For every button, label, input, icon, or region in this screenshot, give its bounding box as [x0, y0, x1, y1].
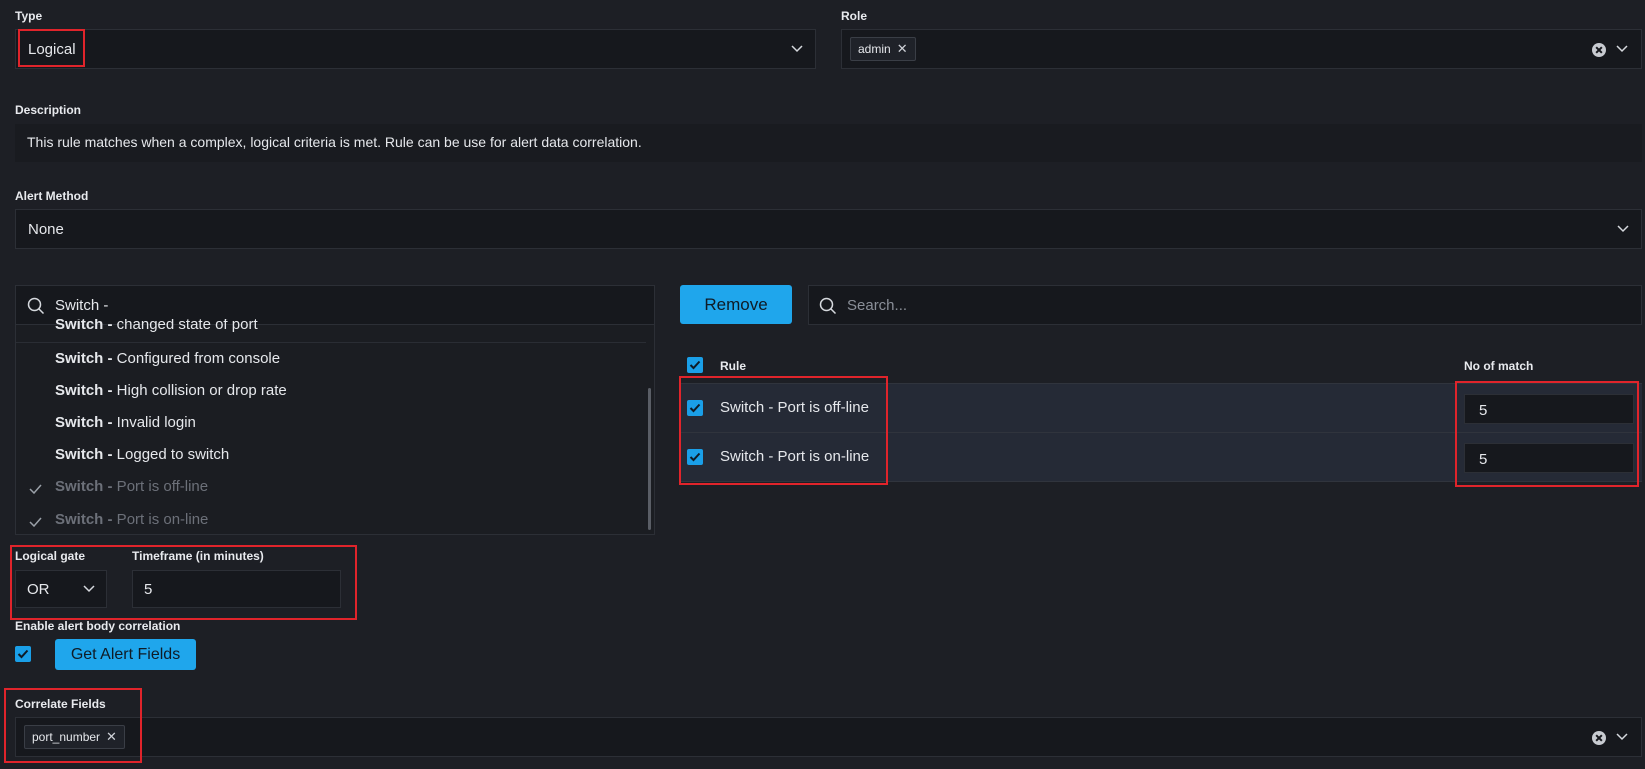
check-icon — [29, 514, 42, 531]
list-item-text: changed state of port — [112, 319, 258, 333]
logical-gate-label: Logical gate — [15, 549, 86, 563]
list-item-prefix: Switch - — [55, 478, 113, 495]
list-item-text: High collision or drop rate — [112, 382, 287, 399]
list-item-text: Port is on-line — [112, 511, 209, 528]
table-search-input[interactable]: Search... — [808, 285, 1642, 325]
scrollbar[interactable] — [648, 388, 651, 530]
role-label: Role — [841, 9, 868, 23]
list-item-prefix: Switch - — [55, 350, 113, 367]
match-count-input[interactable]: 5 — [1464, 443, 1634, 473]
enable-correlation-checkbox[interactable] — [15, 646, 31, 662]
correlate-field-chip[interactable]: port_number ✕ — [24, 725, 125, 749]
row-rule-name: Switch - Port is off-line — [720, 399, 869, 416]
row-checkbox[interactable] — [687, 449, 703, 465]
rule-search-value: Switch - — [55, 297, 109, 314]
chevron-down-icon[interactable] — [1616, 731, 1628, 743]
match-count-input[interactable]: 5 — [1464, 394, 1634, 424]
alert-method-select[interactable]: None — [15, 209, 1642, 249]
timeframe-value: 5 — [144, 581, 153, 598]
list-item-text: Configured from console — [112, 350, 281, 367]
check-icon — [29, 481, 42, 498]
row-rule-name: Switch - Port is on-line — [720, 448, 870, 465]
match-count-value: 5 — [1479, 451, 1488, 468]
role-chip-label: admin — [858, 42, 891, 56]
clear-icon[interactable] — [1592, 731, 1606, 745]
col-header-match: No of match — [1464, 359, 1534, 373]
match-count-value: 5 — [1479, 402, 1488, 419]
description-label: Description — [15, 103, 82, 117]
chevron-down-icon — [791, 43, 803, 55]
timeframe-label: Timeframe (in minutes) — [132, 549, 264, 563]
description-box: This rule matches when a complex, logica… — [15, 124, 1642, 162]
chevron-down-icon — [1617, 223, 1629, 235]
close-icon[interactable]: ✕ — [897, 41, 908, 57]
role-chip[interactable]: admin ✕ — [850, 37, 916, 61]
chevron-down-icon[interactable] — [1616, 43, 1628, 55]
remove-button[interactable]: Remove — [680, 285, 792, 324]
list-item[interactable]: Switch - High collision or drop rate — [55, 382, 287, 399]
get-alert-fields-button[interactable]: Get Alert Fields — [55, 639, 196, 670]
clear-icon[interactable] — [1592, 43, 1606, 57]
role-select[interactable]: admin ✕ — [841, 29, 1642, 69]
correlate-fields-select[interactable]: port_number ✕ — [15, 717, 1642, 757]
list-item-text: Port is off-line — [112, 478, 209, 495]
logical-gate-value: OR — [27, 581, 50, 598]
list-item[interactable]: Switch - Logged to switch — [55, 446, 229, 463]
list-item[interactable]: Switch - Port is off-line — [55, 478, 208, 495]
close-icon[interactable]: ✕ — [106, 729, 117, 745]
list-item[interactable]: Switch - Port is on-line — [55, 511, 208, 528]
list-item-text: Logged to switch — [112, 446, 230, 463]
select-all-checkbox[interactable] — [687, 357, 703, 373]
list-item-prefix: Switch - — [55, 319, 113, 333]
timeframe-input[interactable]: 5 — [132, 570, 341, 608]
col-header-rule: Rule — [720, 359, 747, 373]
list-divider — [16, 342, 646, 343]
type-label: Type — [15, 9, 43, 23]
list-item[interactable]: Switch - Invalid login — [55, 414, 196, 431]
chevron-down-icon — [83, 583, 95, 595]
list-item-prefix: Switch - — [55, 382, 113, 399]
enable-correlation-label: Enable alert body correlation — [15, 619, 181, 633]
search-icon — [819, 297, 837, 319]
list-item-prefix: Switch - — [55, 414, 113, 431]
type-value: Logical — [28, 41, 76, 58]
alert-method-label: Alert Method — [15, 189, 89, 203]
search-icon — [27, 297, 45, 319]
row-checkbox[interactable] — [687, 400, 703, 416]
type-select[interactable]: Logical — [15, 29, 816, 69]
correlate-field-chip-label: port_number — [32, 730, 101, 744]
correlate-fields-label: Correlate Fields — [15, 697, 106, 711]
alert-method-value: None — [28, 221, 64, 238]
logical-gate-select[interactable]: OR — [15, 570, 107, 608]
list-item[interactable]: Switch - Configured from console — [55, 350, 280, 367]
table-search-placeholder: Search... — [847, 297, 908, 314]
description-text: This rule matches when a complex, logica… — [27, 134, 642, 150]
list-item-prefix: Switch - — [55, 446, 113, 463]
list-item-text: Invalid login — [112, 414, 196, 431]
list-item-prefix: Switch - — [55, 511, 113, 528]
list-item[interactable]: Switch - changed state of port — [55, 319, 258, 333]
